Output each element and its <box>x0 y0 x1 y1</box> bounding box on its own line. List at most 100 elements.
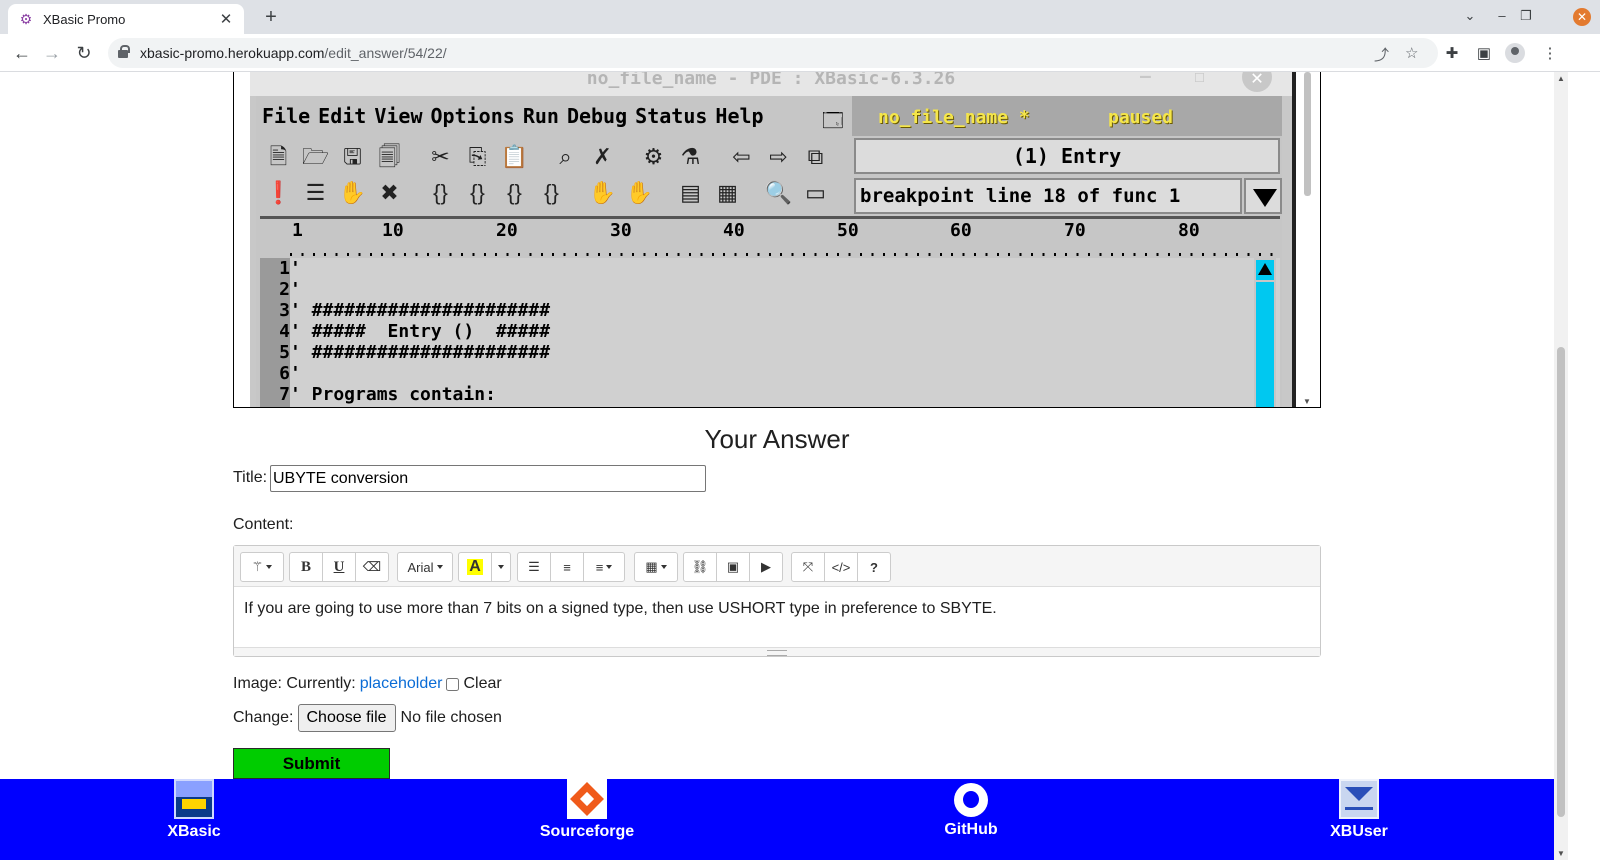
ide-menu-options: Options <box>430 104 515 128</box>
profile-avatar[interactable] <box>1505 43 1525 63</box>
footer-link-label: Sourceforge <box>539 823 635 840</box>
code-line: 2' <box>279 279 301 300</box>
browser-tab[interactable]: ⚙ XBasic Promo ✕ <box>8 4 244 34</box>
paste-icon: 📋 <box>500 144 529 169</box>
reload-icon[interactable]: ↻ <box>72 41 96 65</box>
link-button[interactable]: ⛓ <box>683 552 717 582</box>
code-line: 6' <box>279 363 301 384</box>
ide-toolbar-row-1: 🗎 🗁 🖫 🗐 ✂ ⎘ 📋 ⌕ ✗ ⚙ ⚗ ⇦ ⇨ ⧉ <box>260 140 834 178</box>
image-frame-scrollbar[interactable]: ▼ <box>1292 72 1320 407</box>
ruler-ticks <box>290 243 1278 257</box>
tab-search-icon[interactable]: ⌄ <box>1461 8 1479 24</box>
share-icon[interactable]: ⤴ <box>1374 44 1389 65</box>
font-color-icon: A <box>467 558 483 575</box>
close-tab-icon[interactable]: ✕ <box>218 10 234 28</box>
code-line: 3' ###################### <box>279 300 551 321</box>
ide-body: File Edit View Options Run Debug Status Help 🗔 … <box>256 96 1282 407</box>
clear-breakpoint-icon: ✋ <box>625 180 654 205</box>
style-magic-wand-button[interactable]: ⚚ <box>240 552 284 582</box>
code-view-button[interactable]: </> <box>824 552 858 582</box>
scroll-down-arrow-icon[interactable]: ▼ <box>1303 397 1311 406</box>
footer-link-label: XBUser <box>1330 823 1388 840</box>
run-icon: ⚙ <box>643 144 664 169</box>
numbered-list-button[interactable]: ≡ <box>550 552 584 582</box>
editor-content[interactable]: If you are going to use more than 7 bits… <box>244 600 997 618</box>
restore-window-button[interactable]: ❐ <box>1517 8 1535 24</box>
footer-link-sourceforge[interactable]: Sourceforge <box>507 779 667 841</box>
address-bar[interactable]: xbasic-promo.herokuapp.com/edit_answer/5… <box>108 38 1438 68</box>
browser-menu-icon[interactable]: ⋮ <box>1540 44 1560 62</box>
bookmark-star-icon[interactable]: ☆ <box>1405 44 1418 62</box>
save-icon: 🖫 <box>343 144 362 169</box>
ide-dropdown-arrow-icon <box>1244 178 1282 214</box>
video-button[interactable]: ▶ <box>749 552 783 582</box>
footer-bar: XBasic Sourceforge GitHub XBUser <box>0 779 1554 860</box>
picture-button[interactable]: ▣ <box>716 552 750 582</box>
ide-breakpoint-box: breakpoint line 18 of func 1 <box>854 178 1242 214</box>
table-button[interactable]: ▦ <box>634 552 678 582</box>
bullet-list-button[interactable]: ☰ <box>517 552 551 582</box>
side-panel-icon[interactable]: ▣ <box>1474 44 1494 62</box>
image-label: Image: Currently: <box>233 675 356 692</box>
no-file-text: No file chosen <box>400 709 502 726</box>
page-scroll-thumb[interactable] <box>1557 347 1565 817</box>
ide-scrollbar <box>1254 258 1276 407</box>
change-row: Change: Choose file No file chosen <box>233 704 502 732</box>
scroll-up-arrow-icon[interactable]: ▲ <box>1557 74 1565 83</box>
extensions-puzzle-icon[interactable]: ✚ <box>1442 44 1462 62</box>
clear-image-checkbox[interactable] <box>446 677 460 691</box>
fullscreen-button[interactable]: ⤧ <box>791 552 825 582</box>
image-placeholder-link[interactable]: placeholder <box>360 675 443 693</box>
ide-menu-help: Help <box>715 104 764 128</box>
ide-window-list-icon: 🗔 <box>822 110 844 132</box>
windows-icon: ⧉ <box>807 144 824 169</box>
ide-scroll-thumb <box>1256 282 1274 407</box>
choose-file-button[interactable]: Choose file <box>297 704 396 732</box>
page-scrollbar[interactable]: ▲ ▼ <box>1554 72 1568 860</box>
memory-icon: ▭ <box>805 180 826 205</box>
browser-toolbar: ← → ↻ xbasic-promo.herokuapp.com/edit_an… <box>0 34 1600 72</box>
image-frame-scroll-thumb[interactable] <box>1304 72 1311 196</box>
mail-logo-icon <box>1339 779 1379 819</box>
bold-button[interactable]: B <box>289 552 323 582</box>
watch-icon: ▤ <box>680 180 701 205</box>
help-button[interactable]: ? <box>857 552 891 582</box>
minimize-window-button[interactable]: – <box>1493 8 1511 23</box>
forward-arrow-icon[interactable]: → <box>40 41 64 65</box>
ruler-number: 60 <box>950 220 972 241</box>
footer-link-github[interactable]: GitHub <box>891 783 1051 839</box>
clear-label: Clear <box>463 675 502 692</box>
code-line: 5' ###################### <box>279 342 551 363</box>
ide-ruler: 1 10 20 30 40 50 60 70 80 <box>260 216 1280 258</box>
color-dropdown-button[interactable] <box>491 552 511 582</box>
lock-icon[interactable] <box>118 45 130 58</box>
footer-link-xbuser[interactable]: XBUser <box>1279 779 1439 841</box>
back-arrow-icon[interactable]: ← <box>10 41 34 65</box>
help-icon: ? <box>870 559 878 575</box>
font-family-select[interactable]: Arial <box>397 552 453 582</box>
copy-icon: ⎘ <box>468 144 487 169</box>
footer-link-xbasic[interactable]: XBasic <box>114 779 274 841</box>
ide-toolbar-row-2: ❗ ☰ ✋ ✖ {} {} {} {} ✋ ✋ ▤ ▦ 🔍 ▭ <box>260 180 834 206</box>
underline-button[interactable]: U <box>322 552 356 582</box>
find-icon: ⌕ <box>559 144 572 169</box>
submit-button[interactable]: Submit <box>233 748 390 779</box>
paragraph-align-button[interactable]: ≡ <box>583 552 625 582</box>
change-label: Change: <box>233 709 294 726</box>
vars-icon: ▦ <box>717 180 738 205</box>
scroll-down-arrow-icon[interactable]: ▼ <box>1557 849 1565 858</box>
bold-icon: B <box>300 558 311 575</box>
clear-format-button[interactable]: ⌫ <box>355 552 389 582</box>
back-icon: ⇦ <box>732 144 751 169</box>
new-tab-button[interactable]: + <box>260 6 282 28</box>
ide-screenshot-image: no_file_name - PDE : XBasic-6.3.26 — ☐ ✕… <box>250 72 1292 407</box>
ide-minimize-icon: — <box>1140 72 1151 87</box>
ide-menu-debug: Debug <box>566 104 628 128</box>
highlight-color-button[interactable]: A <box>458 552 492 582</box>
image-row: Image: Currently: placeholder Clear <box>233 675 502 693</box>
close-window-button[interactable]: ✕ <box>1573 8 1591 26</box>
ide-scroll-up-icon <box>1256 260 1274 280</box>
list-icon: ☰ <box>305 180 326 205</box>
title-input[interactable] <box>270 465 706 492</box>
editor-resize-handle[interactable] <box>234 647 1320 656</box>
